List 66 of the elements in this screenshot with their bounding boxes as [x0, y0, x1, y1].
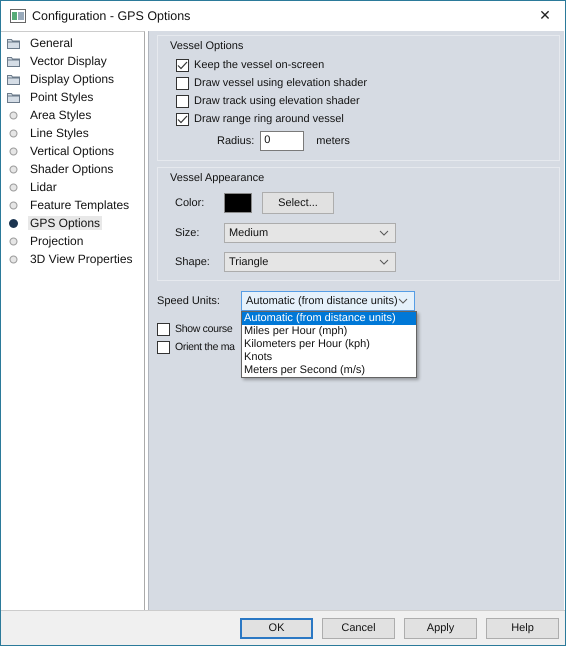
- sidebar-item[interactable]: 3D View Properties: [1, 250, 144, 268]
- group-title: Vessel Options: [170, 40, 244, 52]
- dot-icon: [7, 236, 20, 246]
- sidebar-item[interactable]: Line Styles: [1, 124, 144, 142]
- size-dropdown[interactable]: Medium: [224, 222, 396, 242]
- folder-icon: [7, 92, 20, 102]
- chevron-icon: [398, 298, 408, 304]
- dialog-button[interactable]: Cancel: [322, 618, 395, 638]
- speed-units-dropdown[interactable]: Automatic (from distance units): [241, 291, 415, 311]
- sidebar-item[interactable]: Display Options: [1, 70, 144, 88]
- checkbox[interactable]: [157, 340, 170, 354]
- checkbox[interactable]: [176, 58, 189, 72]
- field-label: Speed Units:: [157, 295, 221, 307]
- close-button[interactable]: ✕: [525, 2, 565, 30]
- sidebar-item[interactable]: GPS Options: [1, 214, 144, 232]
- dot-icon: [7, 254, 20, 264]
- select-button[interactable]: Select...: [262, 192, 334, 214]
- unit-label: meters: [316, 135, 350, 147]
- checkbox-label: Orient the ma: [175, 341, 235, 353]
- dialog-button[interactable]: Apply: [404, 618, 477, 638]
- chevron-icon: [379, 230, 389, 236]
- dot-icon: [7, 182, 20, 192]
- checkbox[interactable]: [176, 112, 189, 126]
- sidebar-item[interactable]: Feature Templates: [1, 196, 144, 214]
- dot-icon: [7, 218, 20, 228]
- dialog-button[interactable]: Help: [486, 618, 559, 638]
- dialog-button[interactable]: OK: [240, 618, 313, 638]
- field-label: Radius:: [217, 135, 254, 147]
- dropdown-option[interactable]: Knots: [242, 351, 416, 364]
- checkbox-label: Draw vessel using elevation shader: [194, 77, 368, 89]
- folder-icon: [7, 56, 20, 66]
- group-title: Vessel Appearance: [170, 172, 266, 184]
- sidebar-item[interactable]: General: [1, 34, 144, 52]
- folder-icon: [7, 74, 20, 84]
- shape-dropdown[interactable]: Triangle: [224, 252, 396, 272]
- checkbox-label: Show course: [175, 323, 232, 335]
- checkbox-label: Draw range ring around vessel: [194, 113, 344, 125]
- dropdown-option[interactable]: Miles per Hour (mph): [242, 325, 416, 338]
- sidebar-item[interactable]: Shader Options: [1, 160, 144, 178]
- sidebar-item[interactable]: Lidar: [1, 178, 144, 196]
- app-icon: [10, 9, 26, 23]
- dot-icon: [7, 164, 20, 174]
- chevron-icon: [379, 258, 389, 264]
- checkbox[interactable]: [176, 76, 189, 90]
- checkbox-label: Keep the vessel on-screen: [194, 59, 324, 71]
- dot-icon: [7, 128, 20, 138]
- window-title: Configuration - GPS Options: [32, 9, 192, 23]
- dropdown-option[interactable]: Kilometers per Hour (kph): [242, 338, 416, 351]
- sidebar-item[interactable]: Vector Display: [1, 52, 144, 70]
- checkbox-label: Draw track using elevation shader: [194, 95, 360, 107]
- checkbox[interactable]: [176, 94, 189, 108]
- sidebar-item[interactable]: Point Styles: [1, 88, 144, 106]
- dropdown-option[interactable]: Meters per Second (m/s): [242, 364, 416, 377]
- sidebar-item[interactable]: Area Styles: [1, 106, 144, 124]
- field-label: Size:: [175, 226, 200, 238]
- field-label: Color:: [175, 197, 206, 209]
- sidebar-item[interactable]: Vertical Options: [1, 142, 144, 160]
- checkbox[interactable]: [157, 322, 170, 336]
- folder-icon: [7, 38, 20, 48]
- dot-icon: [7, 110, 20, 120]
- field-label: Shape:: [175, 256, 211, 268]
- dropdown-option[interactable]: Automatic (from distance units): [242, 312, 416, 325]
- dot-icon: [7, 200, 20, 210]
- dot-icon: [7, 146, 20, 156]
- radius-field[interactable]: 0: [260, 131, 304, 151]
- sidebar-item[interactable]: Projection: [1, 232, 144, 250]
